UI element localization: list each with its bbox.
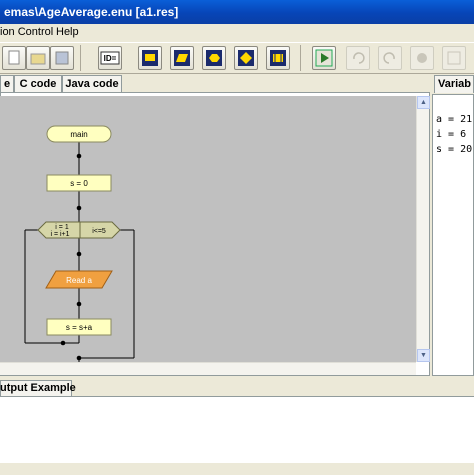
variables-title: Variab — [438, 78, 472, 90]
connector-dot — [76, 153, 82, 159]
window-title: emas\AgeAverage.enu [a1.res] — [4, 5, 179, 19]
connector-dot — [76, 355, 82, 361]
new-button[interactable] — [2, 46, 26, 70]
vertical-scrollbar[interactable]: ▲ ▼ — [416, 96, 430, 362]
loop-block-icon — [206, 50, 222, 66]
variable-a: a = 21 — [436, 114, 473, 125]
stop-icon — [417, 53, 427, 63]
new-icon — [8, 50, 20, 65]
decision-block-icon — [238, 50, 254, 66]
undo-icon — [353, 52, 365, 64]
id-assign-icon: ID= — [100, 51, 120, 65]
decision-block-button[interactable] — [234, 46, 258, 70]
loop-cond-label: i<=5 — [92, 228, 106, 235]
loop-block-button[interactable] — [202, 46, 226, 70]
scroll-down-icon[interactable]: ▼ — [417, 349, 430, 362]
menu-execution-control[interactable]: ion Control — [0, 26, 53, 38]
assign-label: s = 0 — [70, 179, 88, 188]
menu-help[interactable]: Help — [56, 26, 79, 38]
start-label: main — [70, 130, 87, 139]
tab-flowchart[interactable]: e — [0, 75, 14, 92]
save-icon — [55, 51, 69, 65]
connector-dot — [76, 251, 82, 257]
loop-step-label: i = i+1 — [50, 231, 69, 238]
undo-button[interactable] — [346, 46, 370, 70]
extra-icon — [447, 51, 461, 65]
id-label: ID= — [104, 54, 117, 63]
title-bar: emas\AgeAverage.enu [a1.res] — [0, 0, 474, 24]
redo-icon — [383, 52, 395, 64]
process-block-icon — [142, 50, 158, 66]
save-button[interactable] — [50, 46, 74, 70]
io-block-button[interactable] — [170, 46, 194, 70]
connector-dot — [76, 301, 82, 307]
subroutine-block-button[interactable] — [266, 46, 290, 70]
menu-bar: ion Control Help — [0, 24, 474, 42]
loop-init-label: i = 1 — [55, 224, 69, 231]
variable-s: s = 20 — [436, 144, 473, 155]
id-assign-button[interactable]: ID= — [98, 46, 122, 70]
tab-c-code[interactable]: C code — [14, 75, 62, 92]
horizontal-scrollbar[interactable] — [0, 362, 416, 375]
variable-i: i = 6 — [436, 129, 467, 140]
scroll-up-icon[interactable]: ▲ — [417, 96, 430, 109]
tab-java-code[interactable]: Java code — [62, 75, 122, 92]
output-title: utput Example — [0, 382, 76, 394]
output-panel — [0, 396, 474, 463]
sum-label: s = s+a — [66, 323, 93, 332]
open-icon — [30, 53, 46, 65]
open-button[interactable] — [26, 46, 50, 70]
toolbar: ID= — [0, 42, 474, 74]
run-icon — [315, 49, 333, 67]
subroutine-block-icon — [270, 50, 286, 66]
status-bar — [0, 462, 474, 475]
flowchart-canvas[interactable]: main s = 0 i = 1 i = i+1 i<=5 Read a s =… — [0, 96, 416, 362]
io-block-icon — [174, 50, 190, 66]
process-block-button[interactable] — [138, 46, 162, 70]
redo-button[interactable] — [378, 46, 402, 70]
stop-button[interactable] — [410, 46, 434, 70]
flowchart: main s = 0 i = 1 i = i+1 i<=5 Read a s =… — [24, 125, 135, 362]
connector-dot — [76, 205, 82, 211]
connector-dot — [60, 340, 66, 346]
toolbar-separator — [80, 45, 81, 71]
extra-button[interactable] — [442, 46, 466, 70]
read-label: Read a — [66, 276, 92, 285]
toolbar-separator — [300, 45, 301, 71]
run-button[interactable] — [312, 46, 336, 70]
